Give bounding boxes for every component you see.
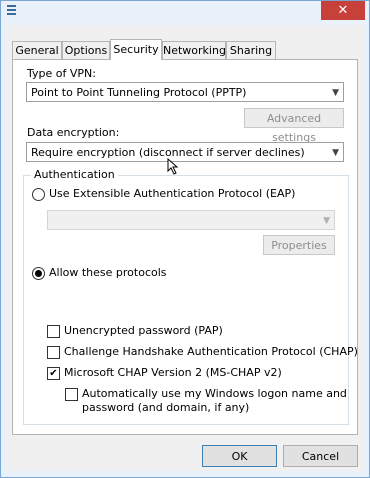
tab-general[interactable]: General (12, 41, 62, 59)
pap-checkbox[interactable] (47, 325, 60, 338)
vpn-type-value: Point to Point Tunneling Protocol (PPTP) (31, 86, 247, 99)
mschapv2-checkbox[interactable]: ✔ (47, 367, 60, 380)
auto-logon-checkbox[interactable] (65, 388, 78, 401)
eap-label[interactable]: Use Extensible Authentication Protocol (… (49, 187, 295, 200)
title-bar: ✕ (1, 1, 369, 24)
authentication-group: Authentication Use Extensible Authentica… (23, 168, 358, 425)
data-encryption-label: Data encryption: (27, 126, 120, 139)
auto-logon-label-line2[interactable]: password (and domain, if any) (82, 401, 249, 414)
chevron-down-icon: ▼ (323, 216, 330, 226)
eap-method-dropdown[interactable]: ▼ (47, 210, 335, 230)
allow-protocols-radio[interactable] (32, 267, 45, 280)
chap-checkbox[interactable] (47, 346, 60, 359)
properties-button[interactable]: Properties (263, 235, 335, 255)
chap-label[interactable]: Challenge Handshake Authentication Proto… (64, 345, 358, 358)
tab-options[interactable]: Options (62, 41, 110, 59)
auto-logon-label-line1[interactable]: Automatically use my Windows logon name … (82, 387, 347, 400)
security-panel: Type of VPN: Point to Point Tunneling Pr… (12, 59, 358, 435)
data-encryption-dropdown[interactable]: Require encryption (disconnect if server… (26, 142, 344, 162)
app-icon (7, 5, 16, 19)
checkmark-icon: ✔ (49, 368, 58, 379)
allow-protocols-label[interactable]: Allow these protocols (49, 266, 167, 279)
cancel-button[interactable]: Cancel (283, 445, 358, 467)
pap-label[interactable]: Unencrypted password (PAP) (64, 324, 223, 337)
chevron-down-icon: ▼ (332, 88, 339, 98)
mschapv2-label[interactable]: Microsoft CHAP Version 2 (MS-CHAP v2) (64, 366, 282, 379)
eap-radio[interactable] (32, 188, 45, 201)
tab-networking[interactable]: Networking (162, 41, 226, 59)
vpn-properties-window: ✕ General Options Security Networking Sh… (0, 0, 370, 478)
radio-selected-dot (35, 270, 42, 277)
mouse-cursor-icon (167, 158, 179, 175)
dialog-client: General Options Security Networking Shar… (7, 25, 363, 471)
vpn-type-dropdown[interactable]: Point to Point Tunneling Protocol (PPTP)… (26, 82, 344, 102)
authentication-group-title: Authentication (31, 168, 118, 181)
advanced-settings-button[interactable]: Advanced settings (244, 108, 344, 144)
ok-button[interactable]: OK (202, 445, 277, 467)
tab-security[interactable]: Security (110, 39, 162, 60)
chevron-down-icon: ▼ (332, 148, 339, 158)
vpn-type-label: Type of VPN: (27, 67, 96, 80)
close-button[interactable]: ✕ (321, 1, 365, 20)
tab-sharing[interactable]: Sharing (226, 41, 276, 59)
